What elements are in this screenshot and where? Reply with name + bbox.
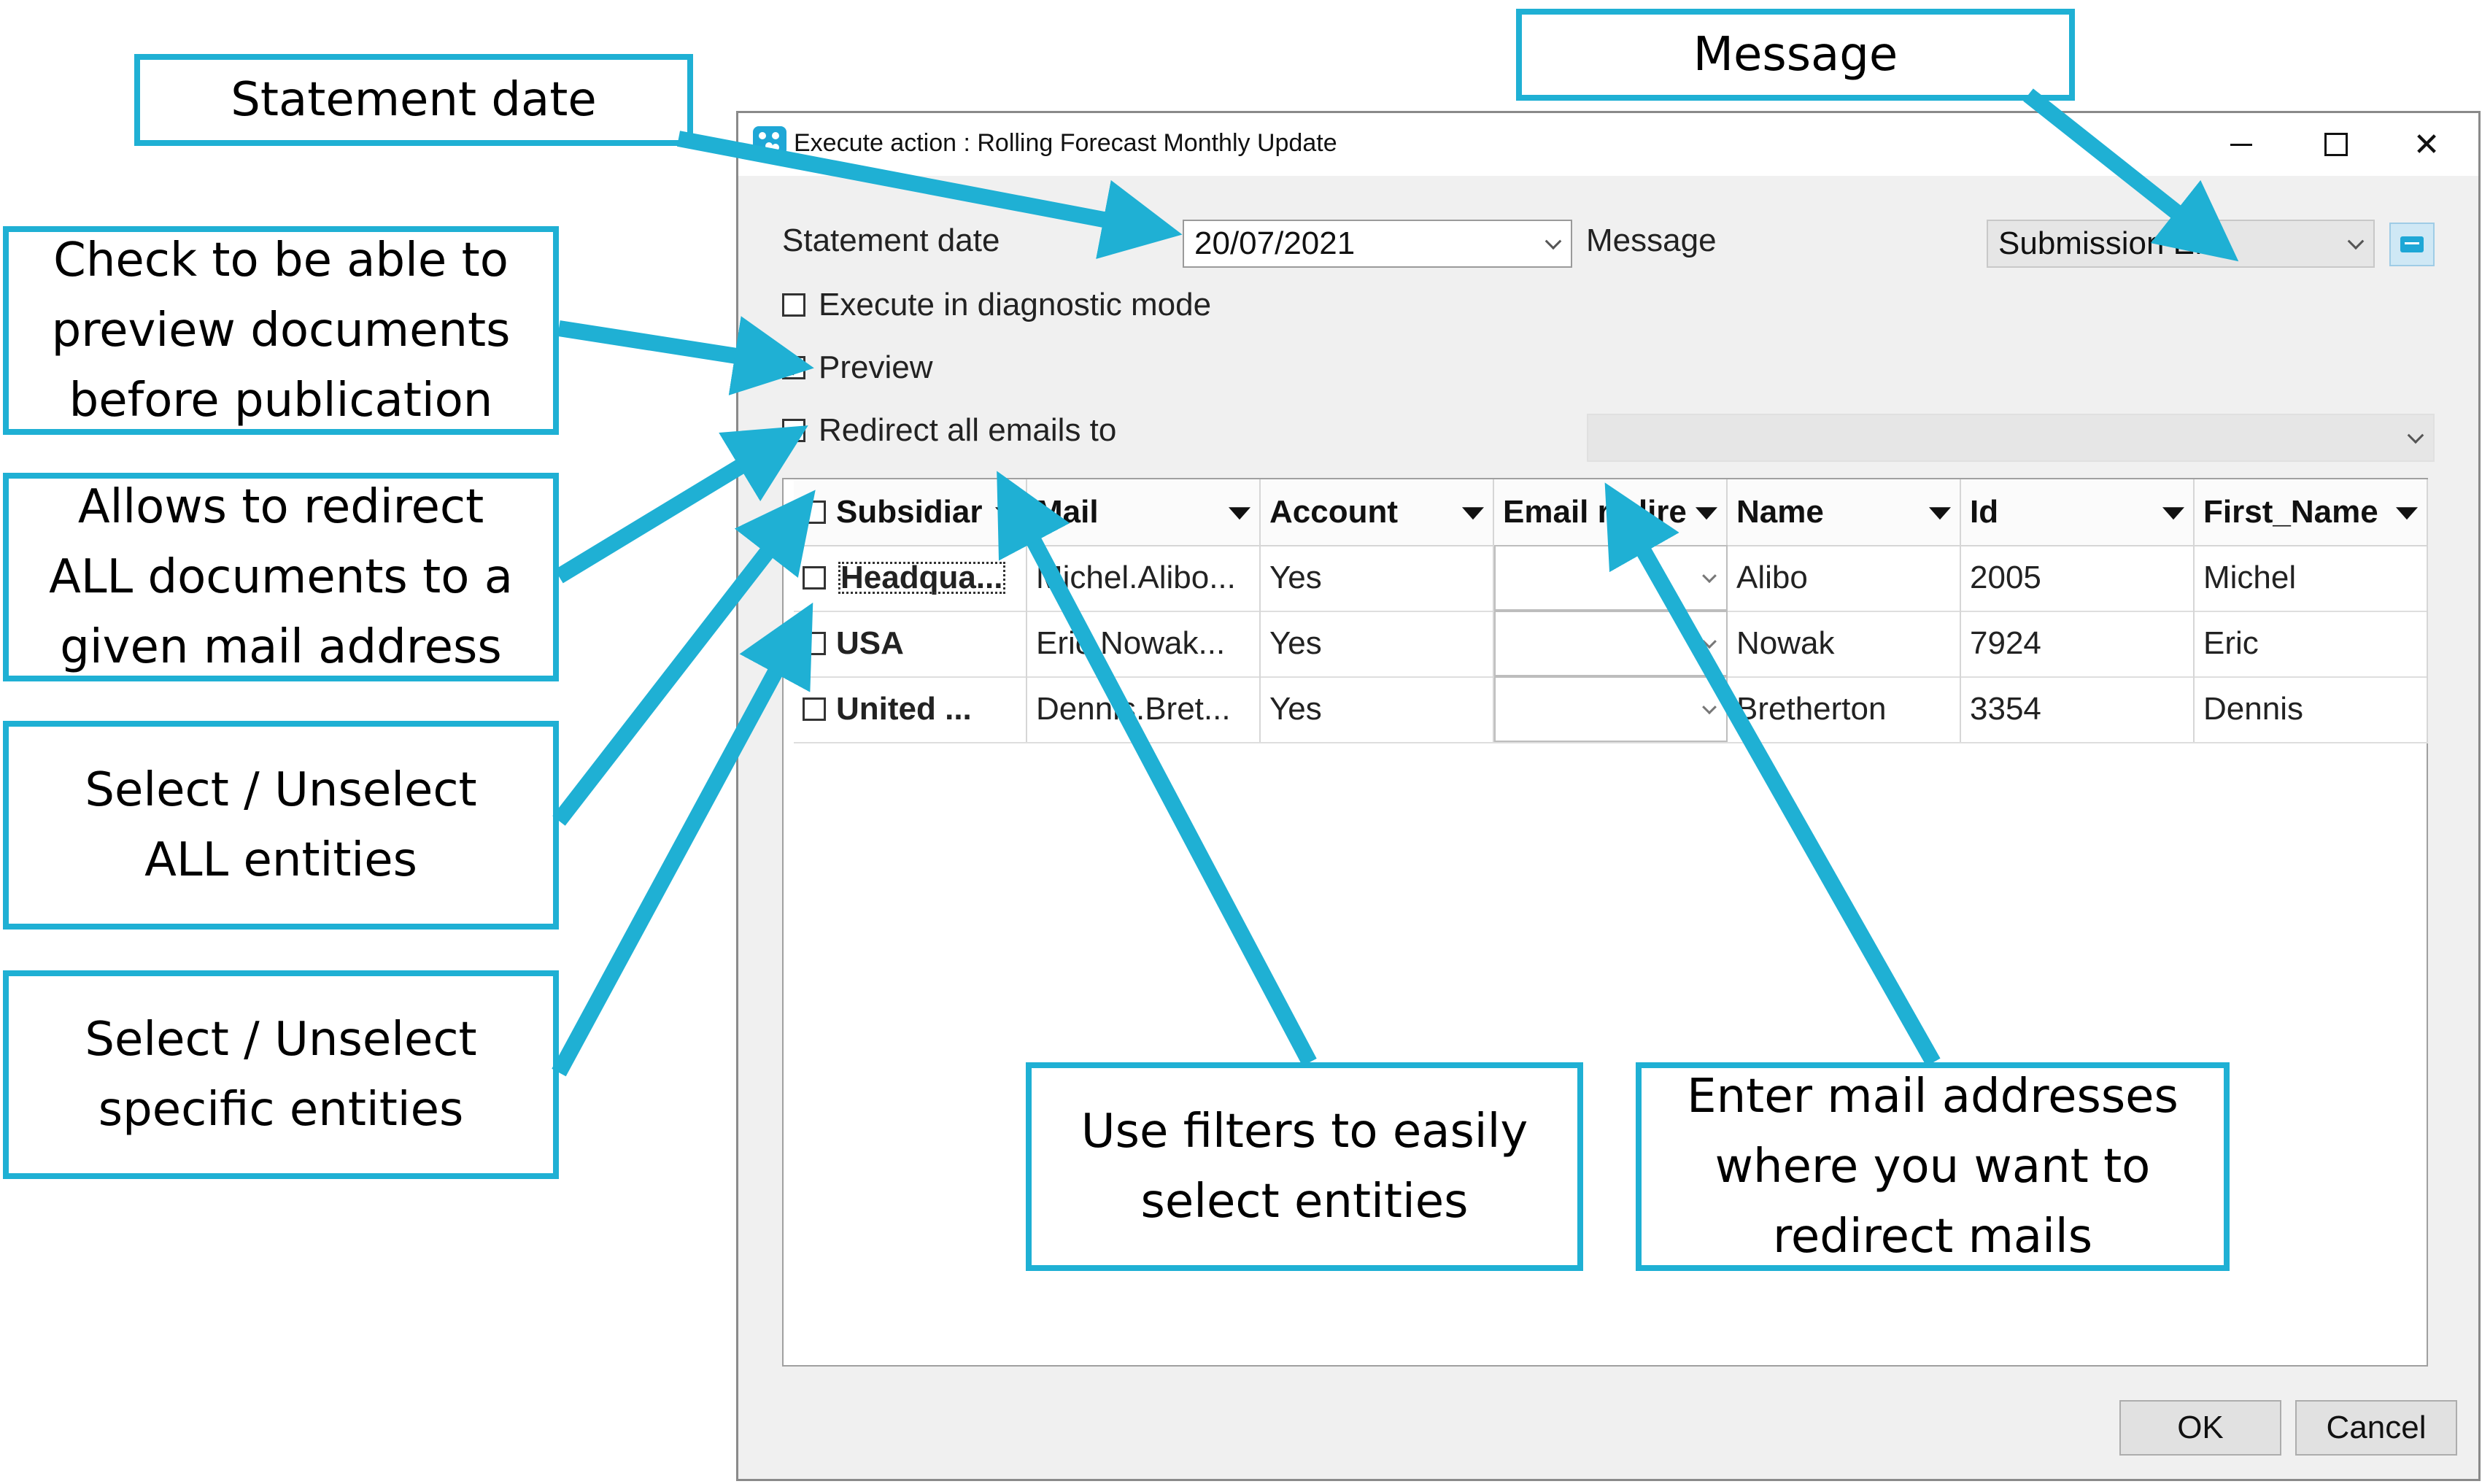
filter-icon[interactable] [1229,507,1250,520]
column-header-email-redirect[interactable]: Email redire [1494,479,1728,545]
name-cell: Bretherton [1728,676,1961,742]
table-row[interactable]: Headqua... Michel.Alibo... Yes Alibo 200… [794,545,2428,612]
chevron-down-icon [1702,634,1717,649]
mail-cell: Eric.Nowak... [1027,611,1261,676]
subsidiary-cell[interactable]: Headqua... [794,545,1027,611]
subsidiary-value: Headqua... [836,560,1008,596]
first-name-cell: Michel [2195,545,2428,611]
column-header-label: Id [1970,494,1999,530]
subsidiary-cell[interactable]: USA [794,611,1027,676]
ok-button[interactable]: OK [2119,1400,2281,1456]
edit-message-icon [2400,236,2424,252]
column-header-label: Mail [1036,494,1099,530]
close-button[interactable]: ✕ [2386,113,2467,176]
filter-icon[interactable] [1696,507,1717,520]
message-select[interactable]: Submission EN [1987,220,2375,268]
filter-icon[interactable] [995,507,1017,520]
callout-select-specific: Select / Unselect specific entities [3,970,559,1179]
callout-redirect: Allows to redirect ALL documents to a gi… [3,473,559,681]
email-redirect-cell[interactable] [1494,545,1728,611]
first-name-cell: Dennis [2195,676,2428,742]
callout-enter-mail: Enter mail addresses where you want to r… [1636,1062,2230,1271]
redirect-checkbox[interactable] [782,419,805,442]
chevron-down-icon [1545,233,1562,250]
title-bar: Execute action : Rolling Forecast Monthl… [738,113,2478,176]
filter-icon[interactable] [1462,507,1484,520]
subsidiary-value: USA [836,625,904,661]
redirect-option[interactable]: Redirect all emails to [782,412,1116,449]
mail-cell: Dennis.Bret... [1027,676,1261,742]
redirect-email-select[interactable] [1587,414,2435,462]
select-all-checkbox[interactable] [803,501,826,524]
redirect-label: Redirect all emails to [819,412,1117,448]
statement-date-value: 20/07/2021 [1194,225,1356,261]
maximize-button[interactable] [2296,113,2376,176]
first-name-cell: Eric [2195,611,2428,676]
preview-option[interactable]: Preview [782,349,933,386]
column-header-label: Name [1736,494,1824,530]
email-redirect-cell[interactable] [1494,676,1728,742]
account-cell: Yes [1261,676,1494,742]
account-cell: Yes [1261,611,1494,676]
subsidiary-value: United ... [836,691,972,727]
row-select-checkbox[interactable] [803,697,826,721]
column-header-account[interactable]: Account [1261,479,1494,545]
statement-date-picker[interactable]: 20/07/2021 [1183,220,1572,268]
name-cell: Nowak [1728,611,1961,676]
preview-label: Preview [819,349,933,385]
column-header-first-name[interactable]: First_Name [2195,479,2428,545]
column-header-label: Account [1269,494,1398,530]
row-select-checkbox[interactable] [803,632,826,655]
execute-action-dialog: Execute action : Rolling Forecast Monthl… [736,111,2481,1481]
column-header-subsidiary[interactable]: Subsidiar [794,479,1027,545]
id-cell: 2005 [1961,545,2195,611]
filter-icon[interactable] [2162,507,2184,520]
filter-icon[interactable] [1929,507,1951,520]
column-header-label: Subsidiar [836,494,983,530]
grid-header: Subsidiar Mail Account Email redire Name… [794,479,2428,546]
window-title: Execute action : Rolling Forecast Monthl… [794,129,1337,157]
statement-date-label: Statement date [782,223,1000,258]
preview-checkbox[interactable] [782,356,805,379]
table-row[interactable]: United ... Dennis.Bret... Yes Bretherton… [794,676,2428,743]
edit-message-button[interactable] [2389,223,2435,266]
row-select-checkbox[interactable] [803,566,826,590]
minimize-icon [2230,143,2252,146]
app-icon [753,126,786,155]
callout-statement-date: Statement date [134,54,693,146]
filter-icon[interactable] [2396,507,2418,520]
callout-preview: Check to be able to preview documents be… [3,226,559,435]
callout-select-all: Select / Unselect ALL entities [3,721,559,930]
callout-filters: Use filters to easily select entities [1026,1062,1583,1271]
account-cell: Yes [1261,545,1494,611]
column-header-mail[interactable]: Mail [1027,479,1261,545]
table-row[interactable]: USA Eric.Nowak... Yes Nowak 7924 Eric [794,611,2428,678]
email-redirect-cell[interactable] [1494,611,1728,676]
chevron-down-icon [2407,427,2424,444]
callout-message: Message [1516,9,2075,101]
id-cell: 3354 [1961,676,2195,742]
diagnostic-mode-checkbox[interactable] [782,293,805,317]
column-header-label: Email redire [1503,494,1687,530]
diagnostic-mode-option[interactable]: Execute in diagnostic mode [782,287,1211,323]
message-value: Submission EN [1998,225,2218,261]
chevron-down-icon [1702,568,1717,584]
subsidiary-cell[interactable]: United ... [794,676,1027,742]
cancel-button[interactable]: Cancel [2295,1400,2457,1456]
minimize-button[interactable] [2201,113,2281,176]
mail-cell: Michel.Alibo... [1027,545,1261,611]
close-icon: ✕ [2413,126,2440,163]
maximize-icon [2324,133,2348,156]
column-header-id[interactable]: Id [1961,479,2195,545]
message-label: Message [1586,223,1717,258]
diagnostic-mode-label: Execute in diagnostic mode [819,287,1212,322]
column-header-label: First_Name [2203,494,2378,530]
name-cell: Alibo [1728,545,1961,611]
id-cell: 7924 [1961,611,2195,676]
chevron-down-icon [1702,700,1717,715]
chevron-down-icon [2347,233,2365,250]
column-header-name[interactable]: Name [1728,479,1961,545]
